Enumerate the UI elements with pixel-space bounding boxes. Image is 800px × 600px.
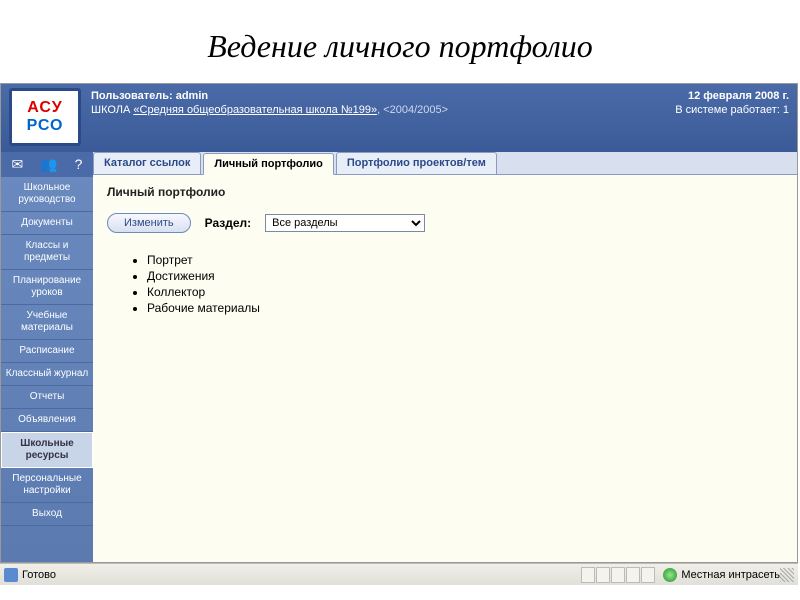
help-icon[interactable]: ? xyxy=(75,156,83,173)
list-item: Рабочие материалы xyxy=(147,301,783,315)
list-item: Достижения xyxy=(147,269,783,283)
status-text: Готово xyxy=(22,569,56,581)
resize-grip-icon xyxy=(780,568,794,582)
school-prefix: ШКОЛА xyxy=(91,104,133,116)
list-item: Портрет xyxy=(147,253,783,267)
sidebar-item[interactable]: Документы xyxy=(1,212,93,235)
page-heading: Личный портфолио xyxy=(107,185,783,199)
online-count: 1 xyxy=(783,104,789,116)
sidebar-item[interactable]: Школьное руководство xyxy=(1,177,93,212)
logo: АСУ РСО xyxy=(9,88,81,146)
zone-text: Местная интрасеть xyxy=(681,569,780,581)
controls-row: Изменить Раздел: Все разделы xyxy=(107,213,783,233)
status-zone: Местная интрасеть xyxy=(663,568,780,582)
header-bar: АСУ РСО Пользователь: admin ШКОЛА «Средн… xyxy=(1,84,797,152)
section-label: Раздел: xyxy=(205,216,252,230)
slide-title: Ведение личного портфолио xyxy=(0,0,800,83)
sidebar-item[interactable]: Объявления xyxy=(1,409,93,432)
school-year: , <2004/2005> xyxy=(377,104,448,116)
sidebar-item[interactable]: Планирование уроков xyxy=(1,270,93,305)
content-area: Каталог ссылокЛичный портфолиоПортфолио … xyxy=(93,152,797,562)
tab[interactable]: Портфолио проектов/тем xyxy=(336,152,497,174)
status-bar: Готово Местная интрасеть xyxy=(0,563,798,585)
section-select[interactable]: Все разделы xyxy=(265,214,425,232)
school-line: ШКОЛА «Средняя общеобразовательная школа… xyxy=(91,104,675,116)
header-date: 12 февраля 2008 г. xyxy=(675,90,789,102)
header-info: Пользователь: admin ШКОЛА «Средняя общео… xyxy=(91,88,675,146)
school-link[interactable]: «Средняя общеобразовательная школа №199» xyxy=(133,104,377,116)
sidebar-item[interactable]: Учебные материалы xyxy=(1,305,93,340)
sidebar-item[interactable]: Классный журнал xyxy=(1,363,93,386)
sidebar-item[interactable]: Выход xyxy=(1,503,93,526)
app-frame: АСУ РСО Пользователь: admin ШКОЛА «Средн… xyxy=(0,83,798,563)
header-right: 12 февраля 2008 г. В системе работает: 1 xyxy=(675,88,789,146)
sidebar-item[interactable]: Классы и предметы xyxy=(1,235,93,270)
online-label: В системе работает: xyxy=(675,104,780,116)
page-body: Личный портфолио Изменить Раздел: Все ра… xyxy=(93,175,797,327)
mail-icon[interactable]: ✉ xyxy=(12,156,24,173)
sidebar-item[interactable]: Расписание xyxy=(1,340,93,363)
tab[interactable]: Личный портфолио xyxy=(203,153,333,175)
sidebar-item[interactable]: Персональные настройки xyxy=(1,468,93,503)
tab-bar: Каталог ссылокЛичный портфолиоПортфолио … xyxy=(93,152,797,175)
list-item: Коллектор xyxy=(147,285,783,299)
sidebar-item[interactable]: Школьные ресурсы xyxy=(1,432,93,468)
sidebar-item[interactable]: Отчеты xyxy=(1,386,93,409)
user-label: Пользователь: admin xyxy=(91,90,675,102)
ie-icon xyxy=(4,568,18,582)
main-layout: ✉ 👥 ? Школьное руководствоДокументыКласс… xyxy=(1,152,797,562)
logo-top-text: АСУ xyxy=(27,99,62,117)
zone-icon xyxy=(663,568,677,582)
edit-button[interactable]: Изменить xyxy=(107,213,191,233)
portfolio-list: Портрет Достижения Коллектор Рабочие матери… xyxy=(147,253,783,315)
users-icon[interactable]: 👥 xyxy=(40,156,57,173)
status-left: Готово xyxy=(4,568,581,582)
sidebar: ✉ 👥 ? Школьное руководствоДокументыКласс… xyxy=(1,152,93,562)
status-dividers xyxy=(581,567,655,583)
logo-bottom-text: РСО xyxy=(27,117,64,135)
header-online: В системе работает: 1 xyxy=(675,104,789,116)
tab[interactable]: Каталог ссылок xyxy=(93,152,201,174)
sidebar-icon-row: ✉ 👥 ? xyxy=(1,152,93,177)
